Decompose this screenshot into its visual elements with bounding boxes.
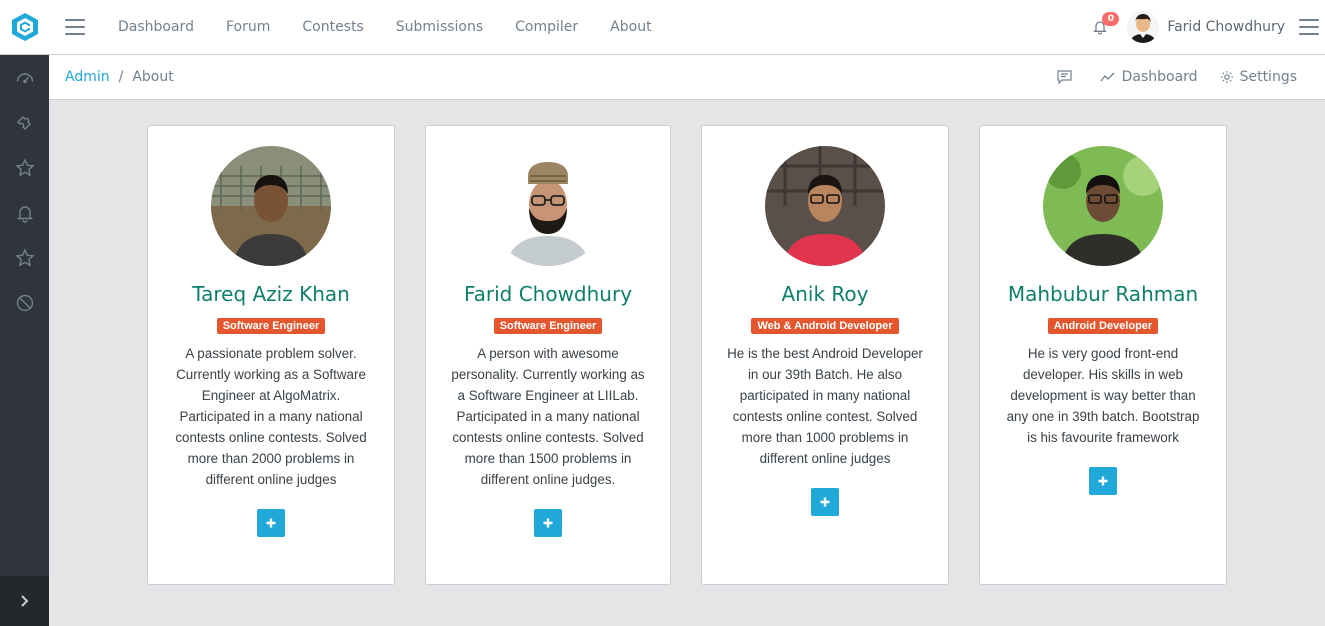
sidebar-item-notifications[interactable]	[0, 190, 49, 235]
main-nav: Dashboard Forum Contests Submissions Com…	[102, 0, 668, 55]
member-photo-icon	[1043, 146, 1163, 266]
top-navbar: Dashboard Forum Contests Submissions Com…	[0, 0, 1325, 55]
breadcrumb: Admin / About Dashboard Settings	[49, 55, 1325, 100]
sidebar-item-puzzle[interactable]	[0, 100, 49, 145]
sidebar-item-ban[interactable]	[0, 280, 49, 325]
member-description: A passionate problem solver. Currently w…	[175, 346, 367, 487]
member-name: Farid Chowdhury	[463, 282, 633, 306]
plus-icon	[543, 518, 553, 528]
plus-icon	[820, 497, 830, 507]
nav-about[interactable]: About	[594, 0, 667, 55]
bell-icon	[16, 205, 33, 223]
member-role-badge: Software Engineer	[493, 318, 603, 334]
breadcrumb-settings-link[interactable]: Settings	[1220, 69, 1297, 85]
puzzle-icon	[16, 115, 31, 130]
member-more-button[interactable]	[257, 509, 285, 537]
member-photo-icon	[488, 146, 608, 266]
member-description: He is very good front-end developer. His…	[1006, 346, 1200, 445]
breadcrumb-current: About	[132, 69, 174, 85]
nav-contests[interactable]: Contests	[286, 0, 379, 55]
member-name: Tareq Aziz Khan	[192, 282, 350, 306]
breadcrumb-dashboard-link[interactable]: Dashboard	[1100, 69, 1198, 85]
member-card: Farid Chowdhury Software Engineer A pers…	[425, 125, 671, 585]
nav-compiler[interactable]: Compiler	[499, 0, 594, 55]
chevron-right-icon	[20, 595, 28, 607]
logo-icon	[11, 13, 38, 41]
star-icon	[14, 157, 35, 177]
sidebar-item-dashboard[interactable]	[0, 55, 49, 100]
member-photo	[765, 146, 885, 266]
member-card: Anik Roy Web & Android Developer He is t…	[701, 125, 949, 585]
gear-icon	[1220, 71, 1233, 83]
speedometer-icon	[16, 72, 33, 83]
member-more-button[interactable]	[534, 509, 562, 537]
sidebar-toggle-button[interactable]	[65, 19, 85, 35]
team-cards: Tareq Aziz Khan Software Engineer A pass…	[147, 125, 1257, 585]
member-photo-icon	[765, 146, 885, 266]
breadcrumb-settings-label: Settings	[1239, 69, 1297, 85]
breadcrumb-menu: Dashboard Settings	[1035, 69, 1325, 85]
user-avatar-icon	[1127, 11, 1160, 43]
member-role-badge: Software Engineer	[216, 318, 326, 334]
plus-icon	[266, 518, 276, 528]
aside-menu-toggle-button[interactable]	[1299, 19, 1319, 35]
notification-count-badge: 0	[1102, 12, 1120, 26]
nav-submissions[interactable]: Submissions	[380, 0, 499, 55]
sidebar-minimize-button[interactable]	[0, 576, 49, 626]
user-area: 0 Farid Chowdhury	[1085, 11, 1325, 43]
member-card: Mahbubur Rahman Android Developer He is …	[979, 125, 1227, 585]
member-description: He is the best Android Developer in our …	[727, 346, 923, 466]
graph-icon	[1100, 72, 1115, 82]
sidebar-item-star-2[interactable]	[0, 235, 49, 280]
speech-bubble-icon	[1057, 70, 1072, 84]
member-photo	[488, 146, 608, 266]
member-card: Tareq Aziz Khan Software Engineer A pass…	[147, 125, 395, 585]
plus-icon	[1098, 476, 1108, 486]
member-photo	[211, 146, 331, 266]
nav-forum[interactable]: Forum	[210, 0, 286, 55]
member-role-badge: Android Developer	[1047, 318, 1159, 334]
breadcrumb-dashboard-label: Dashboard	[1121, 69, 1198, 85]
breadcrumb-separator: /	[118, 69, 124, 85]
member-role-badge: Web & Android Developer	[751, 318, 899, 334]
member-more-button[interactable]	[811, 488, 839, 516]
avatar[interactable]	[1127, 11, 1160, 43]
star-icon	[14, 247, 35, 267]
member-description: A person with awesome personality. Curre…	[451, 346, 645, 487]
sidebar	[0, 55, 49, 626]
nav-dashboard[interactable]: Dashboard	[102, 0, 210, 55]
notifications-button[interactable]: 0	[1085, 12, 1120, 42]
member-more-button[interactable]	[1089, 467, 1117, 495]
member-name: Mahbubur Rahman	[1007, 282, 1199, 306]
member-photo	[1043, 146, 1163, 266]
ban-icon	[16, 294, 33, 311]
sidebar-item-star[interactable]	[0, 145, 49, 190]
member-name: Anik Roy	[781, 282, 869, 306]
chat-button[interactable]	[1057, 70, 1078, 84]
username[interactable]: Farid Chowdhury	[1167, 19, 1285, 35]
brand-logo[interactable]	[0, 0, 49, 55]
breadcrumb-admin-link[interactable]: Admin	[65, 69, 110, 85]
member-photo-icon	[211, 146, 331, 266]
